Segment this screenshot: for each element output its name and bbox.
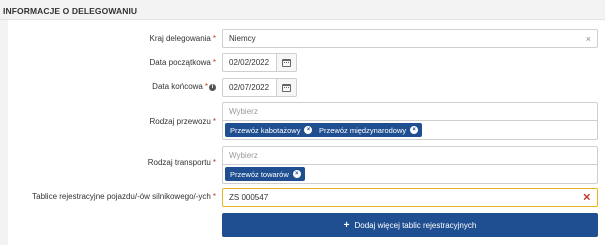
- end-date-value: 02/07/2022: [229, 83, 270, 92]
- tag-international: Przewóz międzynarodowy ×: [314, 123, 423, 137]
- delegation-form: INFORMACJE O DELEGOWANIU Kraj delegowani…: [0, 0, 605, 245]
- remove-tag-icon[interactable]: ×: [292, 170, 301, 178]
- section-title: INFORMACJE O DELEGOWANIU: [3, 6, 138, 16]
- transport-type-tags: Przewóz towarów ×: [222, 165, 598, 184]
- end-date-calendar-button[interactable]: [277, 78, 297, 97]
- clear-country-icon[interactable]: ×: [586, 34, 591, 44]
- add-more-plates-label: Dodaj więcej tablic rejestracyjnych: [354, 220, 477, 230]
- country-select[interactable]: Niemcy ×: [222, 29, 598, 48]
- calendar-icon: [282, 58, 291, 67]
- country-value: Niemcy: [229, 34, 256, 43]
- transport-type-placeholder: Wybierz: [229, 151, 258, 160]
- left-margin: [0, 20, 8, 245]
- remove-tag-icon[interactable]: ×: [410, 126, 419, 134]
- tag-cabotage: Przewóz kabotażowy ×: [225, 123, 317, 137]
- start-date-calendar-button[interactable]: [277, 53, 297, 72]
- transport-kind-select[interactable]: Wybierz: [222, 102, 598, 121]
- start-date-value: 02/02/2022: [229, 58, 270, 67]
- transport-type-select[interactable]: Wybierz: [222, 146, 598, 165]
- calendar-icon: [282, 83, 291, 92]
- section-header: INFORMACJE O DELEGOWANIU: [0, 0, 605, 20]
- clear-plates-icon[interactable]: ✕: [583, 192, 591, 203]
- plus-icon: +: [343, 219, 350, 231]
- info-icon[interactable]: i: [209, 84, 216, 91]
- transport-kind-placeholder: Wybierz: [229, 107, 258, 116]
- transport-type-label: Rodzaj transportu *: [147, 158, 216, 167]
- transport-kind-tags: Przewóz kabotażowy × Przewóz międzynarod…: [222, 121, 598, 140]
- plates-input[interactable]: ZS 000547 ✕: [222, 188, 598, 207]
- start-date-label: Data początkowa *: [149, 58, 217, 67]
- country-label: Kraj delegowania *: [149, 34, 217, 43]
- add-more-plates-button[interactable]: + Dodaj więcej tablic rejestracyjnych: [222, 213, 598, 237]
- transport-kind-label: Rodzaj przewozu *: [149, 117, 217, 126]
- tag-goods: Przewóz towarów ×: [225, 167, 305, 181]
- end-date-input[interactable]: 02/07/2022: [222, 78, 277, 97]
- start-date-input[interactable]: 02/02/2022: [222, 53, 277, 72]
- remove-tag-icon[interactable]: ×: [304, 126, 313, 134]
- plates-label: Tablice rejestracyjne pojazdu/-ów silnik…: [32, 192, 216, 201]
- end-date-label: Data końcowa * i: [152, 82, 216, 91]
- plates-value: ZS 000547: [229, 193, 269, 202]
